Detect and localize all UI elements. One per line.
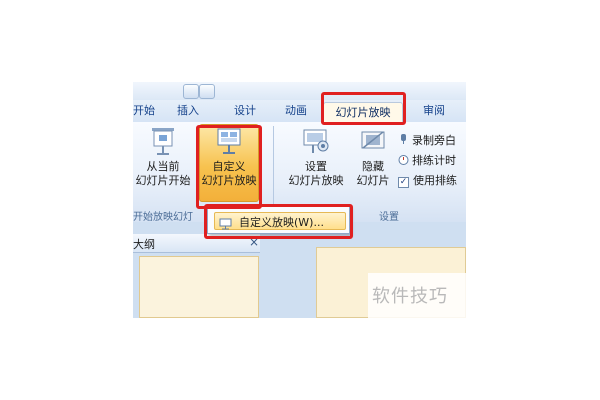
highlight-box-slide-show-tab [321, 92, 406, 125]
hide-slide-button[interactable]: 隐藏 幻灯片 [351, 126, 395, 188]
checkbox-checked-icon[interactable]: ✓ [398, 177, 409, 188]
quick-access-dropdown-icon[interactable] [199, 84, 215, 99]
highlight-box-custom-show [196, 125, 262, 209]
redo-icon[interactable] [183, 84, 199, 99]
group-label-setup: 设置 [379, 212, 399, 223]
setup-label-2: 幻灯片放映 [288, 174, 344, 187]
set-up-slide-show-button[interactable]: 设置 幻灯片放映 [283, 126, 349, 188]
setup-show-icon [301, 126, 331, 156]
outline-tab[interactable]: 大纲 [133, 236, 155, 252]
microphone-icon [398, 134, 409, 145]
group-label-start-show: 开始放映幻灯 [133, 212, 193, 223]
from-current-label-1: 从当前 [146, 160, 180, 173]
tab-insert[interactable]: 插入 [177, 103, 199, 119]
rehearse-timings-label: 排练计时 [412, 154, 456, 167]
hide-slide-icon [359, 126, 387, 156]
record-narration-button[interactable]: 录制旁白 [398, 132, 456, 148]
tab-animations[interactable]: 动画 [285, 103, 307, 119]
tab-design[interactable]: 设计 [234, 103, 256, 119]
from-current-label-2: 幻灯片开始 [135, 174, 191, 187]
use-rehearsed-label: 使用排练 [413, 174, 457, 187]
highlight-box-dropdown-item [204, 204, 353, 239]
from-current-slide-button[interactable]: 从当前 幻灯片开始 [133, 126, 193, 188]
quick-access-toolbar [133, 82, 466, 100]
slide-thumbnail[interactable] [139, 256, 259, 318]
use-rehearsed-timings-checkbox[interactable]: ✓ 使用排练 [398, 172, 457, 188]
projector-screen-icon [150, 126, 176, 156]
hide-label-1: 隐藏 [362, 160, 384, 173]
stopwatch-icon [398, 154, 409, 165]
hide-label-2: 幻灯片 [356, 174, 390, 187]
ribbon-tabs: 开始 插入 设计 动画 幻灯片放映 审阅 [133, 100, 466, 123]
watermark-text: 软件技巧 [372, 286, 448, 307]
record-narration-label: 录制旁白 [412, 134, 456, 147]
rehearse-timings-button[interactable]: 排练计时 [398, 152, 456, 168]
tab-review[interactable]: 审阅 [423, 103, 445, 119]
tab-home[interactable]: 开始 [133, 103, 155, 119]
watermark: 软件技巧 [368, 273, 466, 318]
setup-label-1: 设置 [305, 160, 327, 173]
